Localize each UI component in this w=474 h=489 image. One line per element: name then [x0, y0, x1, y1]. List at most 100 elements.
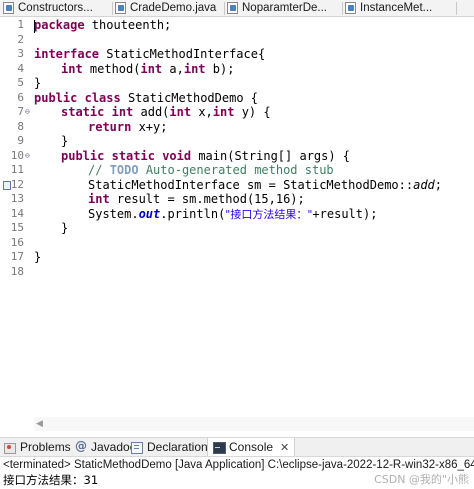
line-number: 6 [0, 91, 28, 106]
code-line-10[interactable]: public static void main(String[] args) { [61, 149, 350, 164]
line-number-text: 7 [17, 105, 24, 118]
line-number: 10 ⊖ [0, 149, 30, 164]
tab-label: Console [229, 440, 274, 454]
code-text: method( [82, 61, 141, 76]
tab-declaration[interactable]: Declaration [131, 438, 208, 456]
line-number-text: 6 [17, 90, 24, 104]
javadoc-icon [75, 439, 87, 453]
console-icon [213, 442, 226, 454]
code-text: } [34, 76, 42, 90]
line-number-text: 18 [10, 264, 24, 278]
keyword: public [61, 148, 105, 163]
code-line-3[interactable]: interface StaticMethodInterface{ [34, 47, 265, 62]
keyword: public [34, 90, 78, 105]
keyword: int [140, 61, 163, 76]
code-line-12[interactable]: StaticMethodInterface sm = StaticMethodD… [88, 178, 442, 193]
code-line-1[interactable]: package thouteenth; [34, 18, 171, 33]
close-icon[interactable]: ✕ [280, 439, 289, 456]
fold-toggle-icon[interactable]: ⊖ [25, 151, 30, 160]
code-line-8[interactable]: return x+y; [88, 120, 167, 135]
method-reference: add [413, 177, 435, 192]
code-line-6[interactable]: public class StaticMethodDemo { [34, 91, 258, 106]
code-line-13[interactable]: int result = sm.method(15,16); [88, 192, 305, 207]
code-line-4[interactable]: int method(int a,int b); [61, 62, 234, 77]
line-number-text: 16 [10, 235, 24, 249]
code-text: } [61, 221, 69, 235]
line-number: 8 [0, 120, 28, 135]
line-number-text: 15 [10, 221, 24, 234]
tab-separator [342, 2, 343, 15]
tab-label: Problems [20, 440, 71, 454]
todo-tag: TODO [109, 163, 139, 177]
code-line-5[interactable]: } [34, 76, 41, 91]
code-text: x+y; [131, 119, 168, 134]
scroll-left-icon[interactable]: ◀ [36, 418, 43, 430]
tab-separator [112, 2, 113, 15]
tab-problems[interactable]: Problems [4, 438, 71, 456]
line-number-text: 2 [17, 32, 24, 46]
line-number: 11 [0, 163, 28, 178]
code-text: b); [205, 61, 235, 76]
code-text: +result); [312, 206, 378, 221]
line-number-text: 5 [17, 76, 24, 89]
line-number-text: 9 [17, 134, 24, 147]
editor-tab-label: Constructors... [18, 2, 93, 14]
line-number-text: 4 [17, 61, 24, 75]
keyword: int [183, 61, 206, 76]
keyword: return [88, 119, 132, 134]
keyword: int [169, 105, 192, 119]
line-number: 13 [0, 192, 28, 207]
tab-label: Declaration [147, 440, 208, 454]
code-line-7[interactable]: static int add(int x,int y) { [61, 105, 271, 120]
editor-tab-instance-method[interactable]: InstanceMet... [345, 0, 453, 16]
comment-text: // [88, 163, 110, 177]
java-file-icon [3, 2, 14, 14]
code-text: StaticMethodInterface{ [99, 47, 266, 61]
line-number: 9 [0, 134, 28, 149]
code-line-9[interactable]: } [61, 134, 68, 149]
keyword: class [84, 90, 121, 105]
code-line-17[interactable]: } [34, 250, 41, 265]
line-number-text: 11 [10, 163, 24, 176]
line-number-text: 1 [17, 18, 24, 31]
line-number-text: 17 [10, 250, 24, 263]
editor-tab-crade-demo[interactable]: CradeDemo.java [115, 0, 223, 16]
editor-tab-noparamter-demo[interactable]: NoparamterDe... [227, 0, 341, 16]
task-marker-icon[interactable] [3, 181, 11, 190]
line-number-text: 14 [10, 206, 24, 220]
code-line-11[interactable]: // TODO Auto-generated method stub [88, 163, 334, 178]
line-number: 4 [0, 62, 28, 77]
editor-tab-constructors[interactable]: Constructors... [3, 0, 111, 16]
string-literal: "接口方法结果：" [225, 207, 313, 221]
keyword: int [212, 105, 235, 119]
tab-javadoc[interactable]: Javadoc [75, 438, 136, 456]
line-number: 1 [0, 18, 28, 33]
keyword: static [111, 148, 155, 163]
code-text: StaticMethodInterface sm = StaticMethodD… [88, 177, 414, 192]
code-text: y) { [234, 105, 271, 119]
code-text: add( [133, 105, 170, 119]
code-line-14[interactable]: System.out.println("接口方法结果："+result); [88, 207, 377, 222]
code-text: ; [434, 177, 443, 192]
keyword: int [88, 192, 110, 206]
line-number: 3 [0, 47, 28, 62]
code-editor[interactable]: 1 2 3 4 5 6 7 ⊖ 8 9 10 ⊖ 11 12 13 14 15 16 17 18 package th… [0, 18, 474, 418]
code-line-15[interactable]: } [61, 221, 68, 236]
code-text: .println( [160, 206, 226, 221]
console-output-line: 接口方法结果：31 [3, 473, 99, 487]
tab-console[interactable]: Console ✕ [207, 438, 296, 456]
code-text: System. [88, 206, 139, 221]
line-number: 5 [0, 76, 28, 91]
line-number: 18 [0, 265, 28, 280]
fold-toggle-icon[interactable]: ⊖ [25, 108, 30, 116]
bottom-view-tab-bar: Problems Javadoc Declaration Console ✕ [0, 437, 474, 457]
line-number-text: 8 [17, 119, 24, 133]
line-number-text: 12 [10, 177, 24, 191]
horizontal-scrollbar[interactable]: ◀ [34, 417, 474, 431]
java-file-icon [345, 2, 356, 14]
code-text: } [61, 134, 69, 148]
console-view[interactable]: <terminated> StaticMethodDemo [Java Appl… [0, 458, 474, 489]
editor-tab-label: InstanceMet... [360, 2, 433, 14]
